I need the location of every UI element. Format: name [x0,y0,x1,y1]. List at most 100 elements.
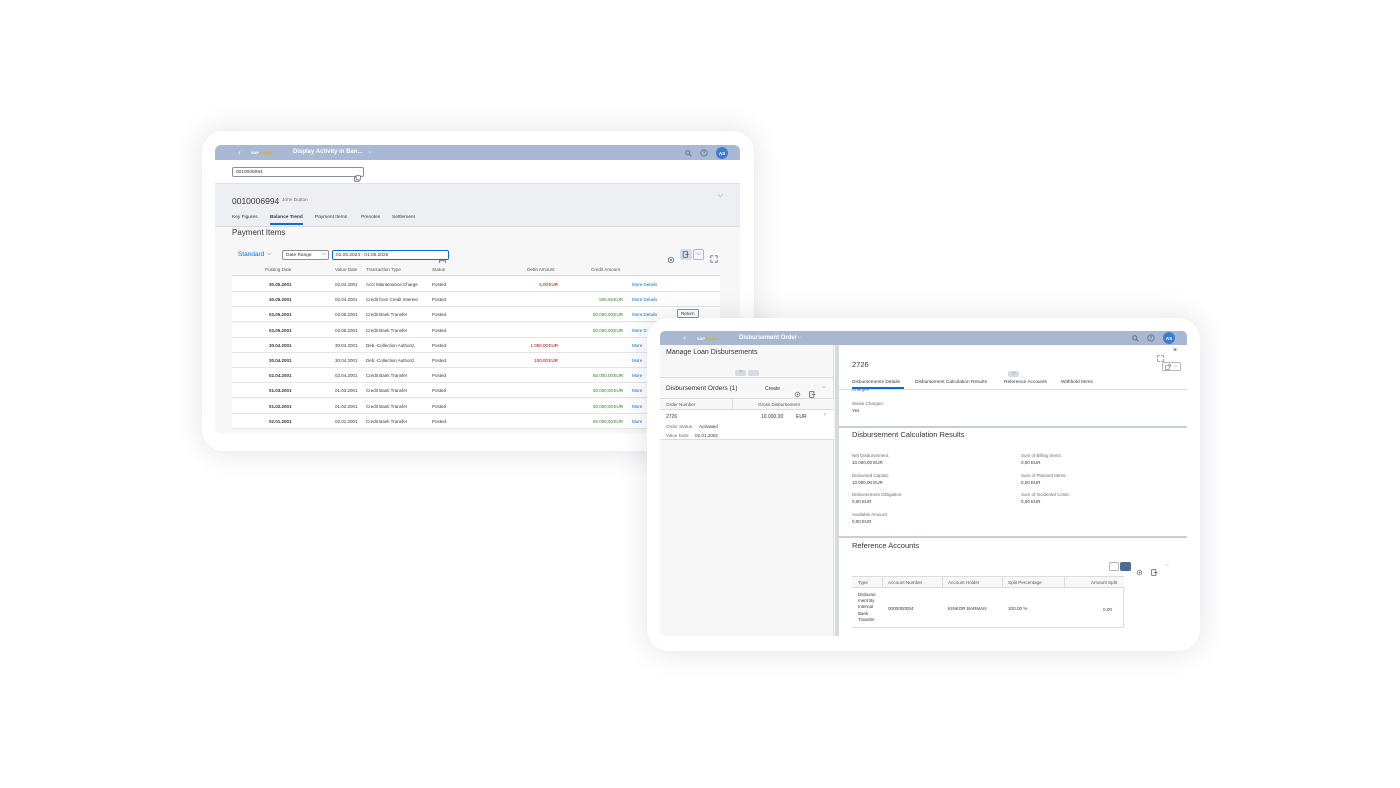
export-menu-button[interactable]: ⌵ [693,249,704,260]
tab-key-figures[interactable]: Key Figures [232,215,258,220]
filter-select[interactable]: Date Range ⌵ [282,250,329,260]
col-account-number[interactable]: Account Number [888,580,922,585]
col-split-percentage[interactable]: Split Percentage [1008,580,1042,585]
close-icon[interactable]: × [1173,347,1177,354]
pin-header-icon[interactable] [748,370,759,376]
more-details-link[interactable]: More [632,373,642,378]
collapse-header-icon[interactable]: ⌃ [735,370,746,376]
credit-currency: EUR [613,297,623,303]
avatar[interactable]: AS [1163,332,1175,344]
tab-balance-trend[interactable]: Balance Trend [270,215,303,220]
chevron-down-icon[interactable]: ⌵ [822,384,826,390]
transaction-type: Credit Bank Transfer [366,403,408,409]
status: Posted [432,297,447,303]
more-details-link[interactable]: More [632,419,642,424]
col-account-holder[interactable]: Account Holder [948,580,979,585]
ref-table-row[interactable]: Disburse ment By Internal Bank Transfer … [852,588,1124,628]
credit-amount: 50.000,00 [592,327,613,333]
table-row[interactable]: 30.05.2001 02.04.2001 Acct Maintenance Cha… [232,277,720,292]
col-credit-amount[interactable]: Credit Amount [591,267,620,272]
more-details-link[interactable]: More Details [632,312,657,317]
credit-amount: 50.000,00 [592,403,613,409]
transaction-type: Deb.-Collection Authoriz. [366,342,416,348]
order-list-item[interactable]: 2726 10.000,00 EUR › Order Status: Activ… [660,410,834,440]
more-details-link[interactable]: More D [632,328,647,333]
more-details-link[interactable]: More Details [632,282,657,287]
app-title[interactable]: Disbursement Order [739,335,797,341]
more-details-link[interactable]: More [632,343,642,348]
tab-reference-accounts[interactable]: Reference Accounts [1004,380,1047,385]
account-input[interactable]: 0010006994 [232,167,364,182]
calc-label: Sum of Planned Items: [1021,472,1067,478]
transaction-type: Credit from Credit Interest [366,297,418,303]
tab-disbursements-details[interactable]: Disbursements Details [852,380,900,385]
settings-icon[interactable] [1136,563,1143,581]
help-icon[interactable]: ? [700,149,708,157]
share-menu-button[interactable]: ⌵ [1162,362,1181,371]
navigation-arrow-icon[interactable]: › [824,412,826,418]
more-details-link[interactable]: More [632,404,642,409]
calc-value: 0,00 EUR [852,499,872,504]
view-list-button[interactable] [1109,562,1119,571]
avatar[interactable]: AS [716,147,728,159]
help-icon[interactable]: ? [1147,334,1155,342]
ref-table-header: Type Account Number Account Holder Split… [852,576,1124,588]
tab-prenotes[interactable]: Prenotes [361,215,380,220]
chevron-down-icon[interactable]: ⌵ [1165,562,1169,568]
tab-payment-items[interactable]: Payment Items [315,215,347,220]
object-header: 0010006994 John Dutton ⌵ Key Figures Bal… [215,184,740,226]
expand-header-icon[interactable]: ⌵ [1008,371,1019,377]
value-date: 02.05.2001 [335,327,358,333]
tab-settlement[interactable]: Settlement [392,215,415,220]
more-details-link[interactable]: More [632,358,642,363]
col-value-date[interactable]: Value Date [335,267,357,272]
col-status[interactable]: Status [432,267,445,272]
table-row[interactable]: 02.05.2001 02.05.2001 Credit Bank Transfer… [232,307,720,323]
col-type[interactable]: Type [858,580,868,585]
posting-date: 30.04.2001 [269,342,292,348]
calc-label: Sum of Billing Items: [1021,453,1063,458]
col-gross-disbursement[interactable]: Gross Disbursement [758,402,800,407]
more-details-link[interactable]: More Details [632,297,657,302]
shell-bar: ‹ SAPFioneer Display Activity in Ban... … [215,145,740,160]
posting-date: 02.05.2001 [269,312,292,318]
chevron-down-icon[interactable]: ⌵ [798,334,802,340]
status: Posted [432,418,447,424]
calc-value: 0,00 EUR [1021,460,1041,465]
value-date: 01.03.2001 [335,388,358,394]
export-icon[interactable] [1151,563,1158,581]
col-transaction-type[interactable]: Transaction Type [366,267,401,272]
table-row[interactable]: 30.05.2001 02.04.2001 Credit from Credit I… [232,292,720,308]
col-amount-split[interactable]: Amount Split [1091,580,1117,585]
export-button[interactable] [680,249,692,260]
tab-withhold-items[interactable]: Withhold Items [1061,380,1093,385]
collapse-icon[interactable]: ⌵ [718,192,723,200]
app-title[interactable]: Display Activity in Ban... [293,149,362,155]
date-range-input[interactable]: 01.05.2024 - 01.05.2025 [332,250,449,265]
divider [215,226,740,227]
col-order-number[interactable]: Order Number [666,402,695,407]
variant-chevron-icon[interactable]: ⌵ [267,251,272,258]
variant-management[interactable]: Standard [238,251,264,258]
calc-label: Available Amount: [852,511,888,517]
calc-value: 10.000,00 EUR [852,460,883,465]
more-details-link[interactable]: More [632,388,642,393]
col-posting-date[interactable]: Posting Date [265,267,291,272]
col-debit-amount[interactable]: Debit Amount [527,267,555,272]
search-icon[interactable] [684,149,692,157]
back-icon[interactable]: ‹ [680,333,689,342]
chevron-down-icon: ⌵ [321,251,326,257]
search-icon[interactable] [1131,334,1139,342]
order-currency: EUR [796,414,807,420]
chevron-down-icon[interactable]: ⌵ [368,149,372,155]
credit-currency: EUR [613,312,623,318]
back-icon[interactable]: ‹ [235,148,244,157]
orders-title: Disbursement Orders (1) [666,385,738,392]
tab-selected-indicator [270,223,303,225]
calc-label: Sum of Incidental Costs: [1021,492,1070,497]
create-button[interactable]: Create [765,386,780,392]
charges-label-cut: Charges [852,389,870,392]
view-table-button[interactable] [1120,562,1131,571]
tab-calculation-results[interactable]: Disbursement Calculation Results [915,380,987,385]
column-separator [1064,577,1065,588]
